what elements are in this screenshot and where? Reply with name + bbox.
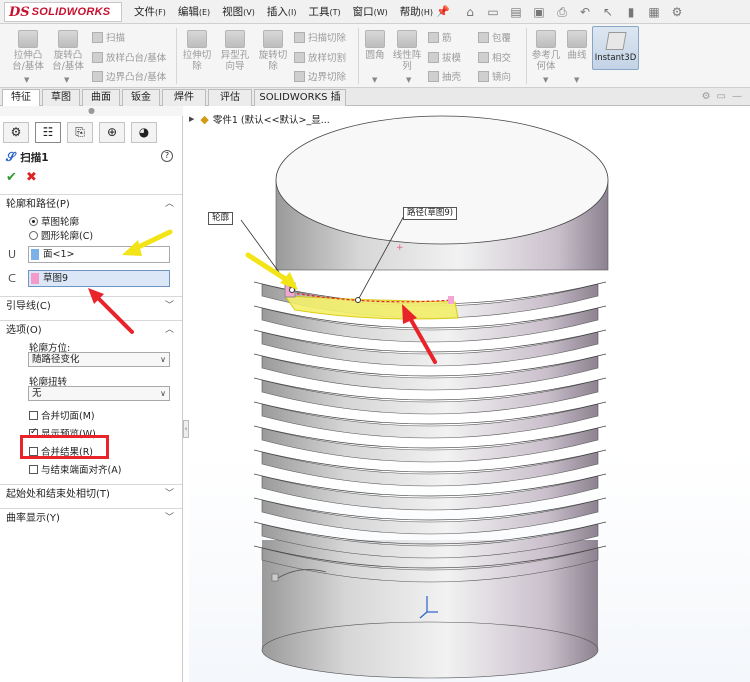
path-end-marker xyxy=(448,296,454,304)
top-face xyxy=(275,115,609,245)
bellows-rings xyxy=(253,281,607,583)
red-arrow-panel xyxy=(94,294,134,334)
model-3d-view: + xyxy=(88,115,609,679)
path-callout[interactable]: 路径(草图9) xyxy=(403,207,458,220)
sketch-origin-marker xyxy=(271,573,279,582)
profile-callout[interactable]: 轮廓 xyxy=(208,212,234,225)
sweep-preview xyxy=(283,295,459,320)
sketch-point-icon: + xyxy=(396,243,404,253)
yellow-arrow-panel-head xyxy=(122,240,142,256)
path-anchor-dot xyxy=(355,297,361,303)
bottom-cylinder-base xyxy=(261,621,599,679)
